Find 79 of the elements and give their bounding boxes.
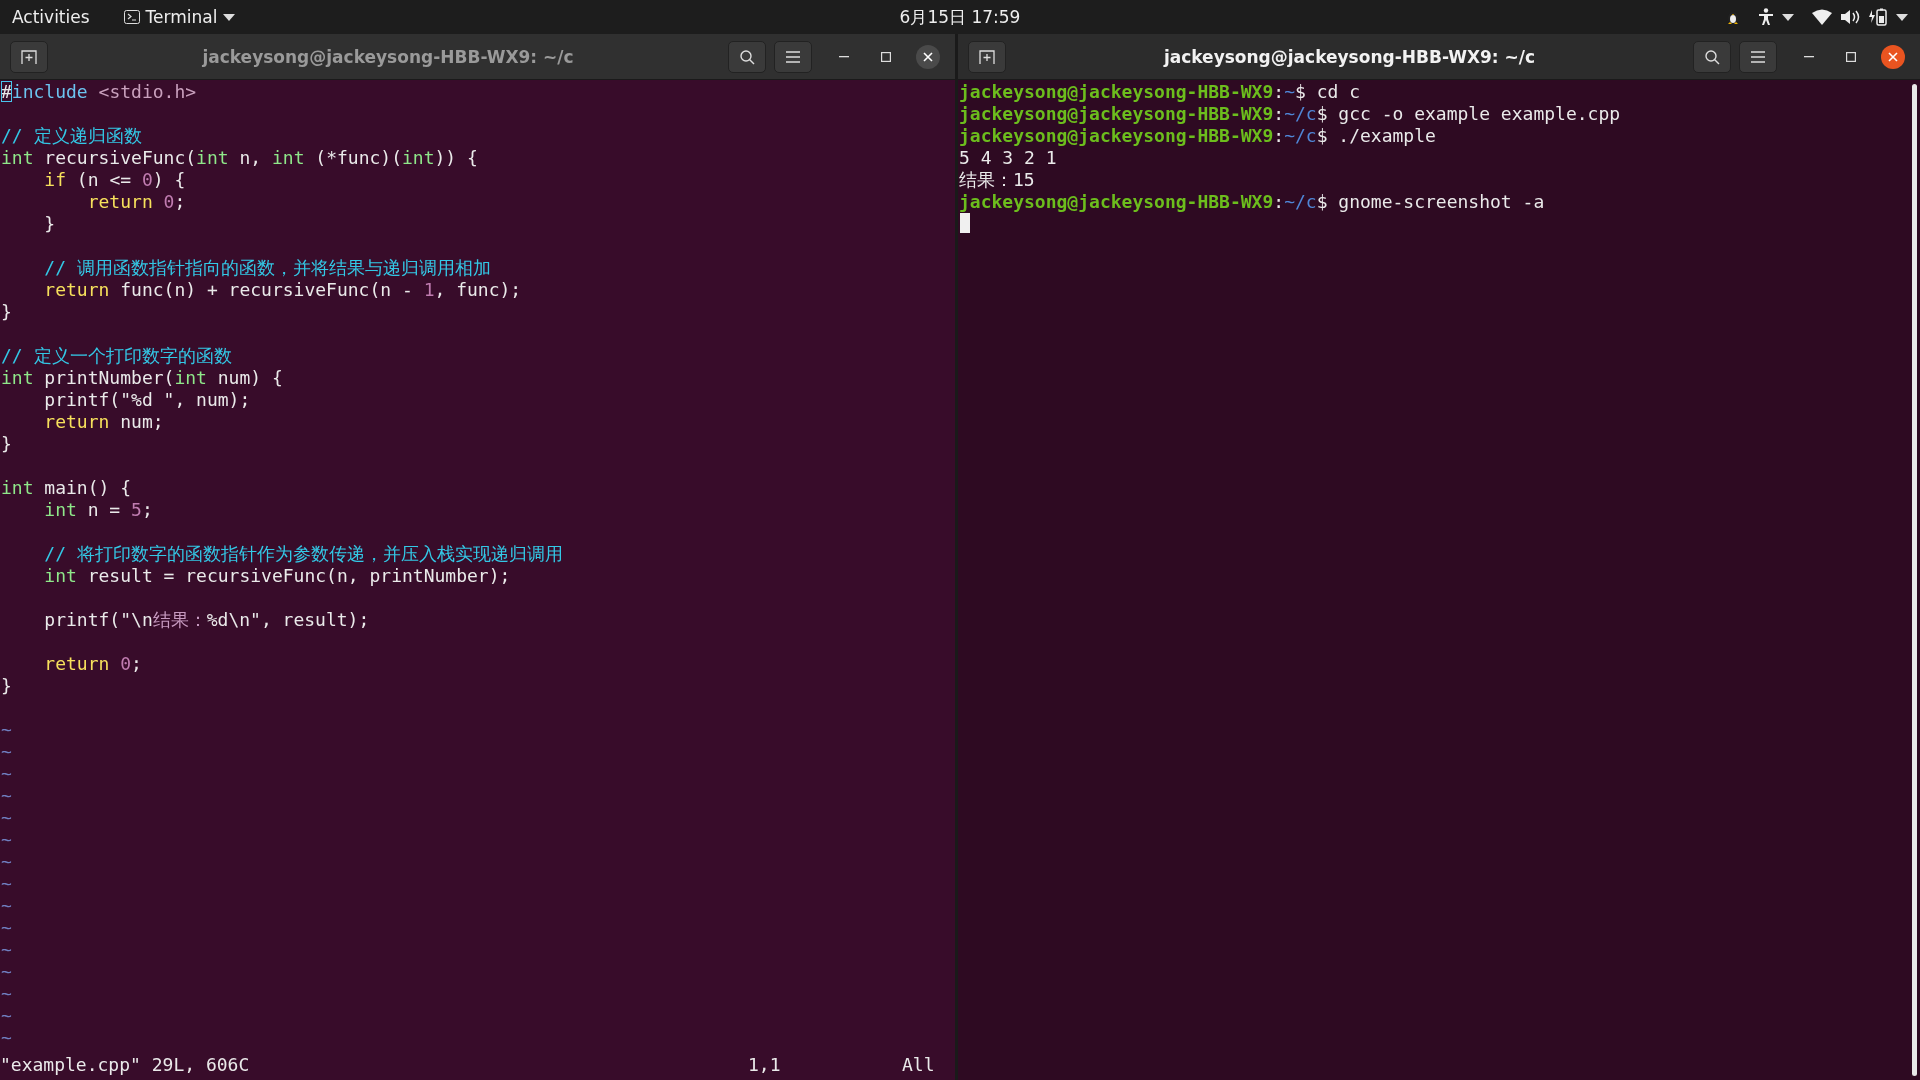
code-line: int result = recursiveFunc(n, printNumber); xyxy=(43,565,512,587)
battery-icon xyxy=(1868,8,1888,26)
caret-icon xyxy=(1782,13,1794,21)
terminal-line: jackeysong@jackeysong-HBB-WX9:~$ cd c xyxy=(958,81,1361,103)
code-line: } xyxy=(0,433,13,455)
cursor-position: 1,1 xyxy=(748,1054,781,1076)
new-tab-icon xyxy=(979,48,995,65)
close-icon xyxy=(923,51,933,62)
accessibility-icon xyxy=(1758,8,1774,26)
terminal-line: 5 4 3 2 1 xyxy=(958,147,1058,169)
search-button[interactable] xyxy=(728,40,766,73)
code-line: return num; xyxy=(43,411,165,433)
empty-line-marker: ~ xyxy=(0,961,12,983)
volume-icon xyxy=(1840,9,1860,25)
wifi-icon xyxy=(1812,9,1832,25)
empty-line-marker: ~ xyxy=(0,939,12,961)
file-info: "example.cpp" 29L, 606C xyxy=(0,1054,250,1076)
code-line: } xyxy=(0,675,13,697)
terminal-line: jackeysong@jackeysong-HBB-WX9:~/c$ gnome-screenshot -a xyxy=(958,191,1546,213)
close-icon xyxy=(1888,51,1898,62)
code-line: // 定义一个打印数字的函数 xyxy=(0,345,233,367)
empty-line-marker: ~ xyxy=(0,917,12,939)
code-line: } xyxy=(0,301,13,323)
maximize-icon xyxy=(881,51,891,62)
new-tab-button[interactable] xyxy=(968,40,1006,73)
clock[interactable]: 6月15日 17:59 xyxy=(899,5,1021,29)
new-tab-icon xyxy=(21,48,37,65)
code-line: printf("\n结果：%d\n", result); xyxy=(43,609,371,631)
empty-line-marker: ~ xyxy=(0,719,12,741)
code-line: int recursiveFunc(int n, int (*func)(int)) { xyxy=(0,147,479,169)
new-tab-button[interactable] xyxy=(10,40,48,73)
menu-button[interactable] xyxy=(1739,40,1777,73)
code-line: #include <stdio.h> xyxy=(0,81,198,103)
code-line: int n = 5; xyxy=(43,499,154,521)
minimize-icon xyxy=(839,55,849,58)
code-line: // 将打印数字的函数指针作为参数传递，并压入栈实现递归调用 xyxy=(43,543,564,565)
terminal-line: 结果：15 xyxy=(958,169,1036,191)
activities-button[interactable]: Activities xyxy=(12,7,90,27)
empty-line-marker: ~ xyxy=(0,983,12,1005)
code-line: // 定义递归函数 xyxy=(0,125,143,147)
code-line: int printNumber(int num) { xyxy=(0,367,284,389)
code-line: if (n <= 0) { xyxy=(43,169,187,191)
close-button[interactable] xyxy=(916,44,940,69)
code-line: // 调用函数指针指向的函数，并将结果与递归调用相加 xyxy=(43,257,492,279)
menu-icon xyxy=(1751,50,1765,63)
empty-line-marker: ~ xyxy=(0,807,12,829)
scrollbar[interactable] xyxy=(1912,84,1917,1076)
app-menu[interactable]: Terminal xyxy=(123,7,236,27)
empty-line-marker: ~ xyxy=(0,851,12,873)
code-line: printf("%d ", num); xyxy=(43,389,252,411)
menu-button[interactable] xyxy=(774,40,812,73)
terminal-icon xyxy=(123,10,140,24)
empty-line-marker: ~ xyxy=(0,829,12,851)
window-title: jackeysong@jackeysong-HBB-WX9: ~/c xyxy=(1162,46,1537,67)
minimize-icon xyxy=(1804,55,1814,58)
code-line: return func(n) + recursiveFunc(n - 1, func); xyxy=(43,279,523,301)
maximize-icon xyxy=(1846,51,1856,62)
empty-line-marker: ~ xyxy=(0,785,12,807)
terminal-line: jackeysong@jackeysong-HBB-WX9:~/c$ gcc -o example example.cpp xyxy=(958,103,1622,125)
empty-line-marker: ~ xyxy=(0,1005,12,1027)
empty-line-marker: ~ xyxy=(0,741,12,763)
code-line: int main() { xyxy=(0,477,133,499)
empty-line-marker: ~ xyxy=(0,763,12,785)
empty-line-marker: ~ xyxy=(0,873,12,895)
caret-icon xyxy=(223,13,236,21)
code-line: } xyxy=(43,213,57,235)
code-line: return 0; xyxy=(86,191,187,213)
empty-line-marker: ~ xyxy=(0,895,12,917)
empty-line-marker: ~ xyxy=(0,1027,12,1049)
menu-icon xyxy=(786,50,800,63)
close-button[interactable] xyxy=(1881,44,1905,69)
search-icon xyxy=(739,48,755,65)
window-title: jackeysong@jackeysong-HBB-WX9: ~/c xyxy=(201,46,575,67)
search-button[interactable] xyxy=(1693,40,1731,73)
caret-icon xyxy=(1896,13,1908,21)
scroll-position: All xyxy=(902,1054,935,1076)
search-icon xyxy=(1704,48,1720,65)
terminal-line: jackeysong@jackeysong-HBB-WX9:~/c$ ./example xyxy=(958,125,1437,147)
code-line: return 0; xyxy=(43,653,143,675)
